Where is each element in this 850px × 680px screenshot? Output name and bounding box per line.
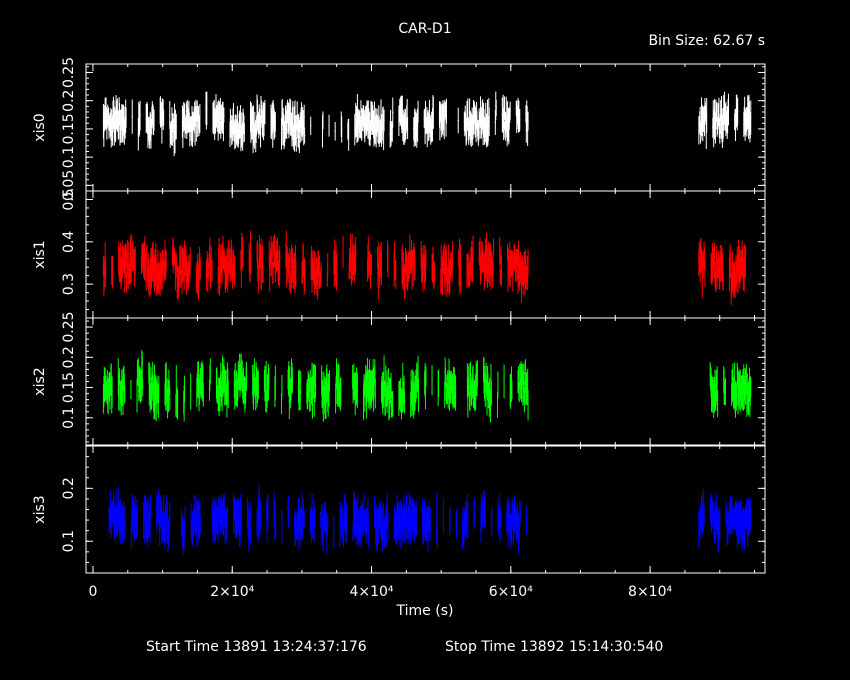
xis1-ytick-label: 0.3 xyxy=(61,273,77,295)
xis1-ytick-label: 0.4 xyxy=(61,231,77,253)
xis0-ytick-label: 0.1 xyxy=(61,146,77,168)
xis2-label: xis2 xyxy=(32,367,48,395)
xis1-label: xis1 xyxy=(32,240,48,268)
xis2-ytick-label: 0.15 xyxy=(61,372,77,403)
xis1-ytick-label: 0.5 xyxy=(61,188,77,210)
xis2-ytick-label: 0.25 xyxy=(61,311,77,342)
light-curve-figure: CAR-D1 Bin Size: 62.67 s 0.050.10.150.20… xyxy=(32,21,766,655)
xis3-ytick-label: 0.1 xyxy=(61,530,77,552)
chart-title: CAR-D1 xyxy=(398,21,451,37)
xis3-label: xis3 xyxy=(32,495,48,523)
xis0-ytick-label: 0.15 xyxy=(61,113,77,144)
panel-xis3: 0.1 0.2 xis3 xyxy=(32,445,766,574)
bin-size-label: Bin Size: 62.67 s xyxy=(648,33,765,49)
panel-xis1: 0.3 0.4 0.5 xis1 xyxy=(32,188,766,319)
panel-xis2: 0.1 0.15 0.2 0.25 xis2 xyxy=(32,311,766,446)
xis2-ytick-label: 0.1 xyxy=(61,407,77,429)
panels: 0.050.10.150.20.25xis00.30.40.5xis10.10.… xyxy=(32,57,766,574)
xis3-series xyxy=(108,484,752,555)
xis2-ytick-label: 0.2 xyxy=(61,346,77,368)
xis0-label: xis0 xyxy=(32,113,48,141)
xis0-ytick-label: 0.25 xyxy=(61,57,77,88)
xis0-series xyxy=(102,91,752,157)
xis0-ytick-label: 0.2 xyxy=(61,90,77,112)
xis1-series xyxy=(102,230,747,305)
panel-xis0: 0.050.10.150.20.25xis0 xyxy=(32,57,766,201)
xis2-series xyxy=(102,349,752,423)
xis3-ytick-label: 0.2 xyxy=(61,477,77,499)
